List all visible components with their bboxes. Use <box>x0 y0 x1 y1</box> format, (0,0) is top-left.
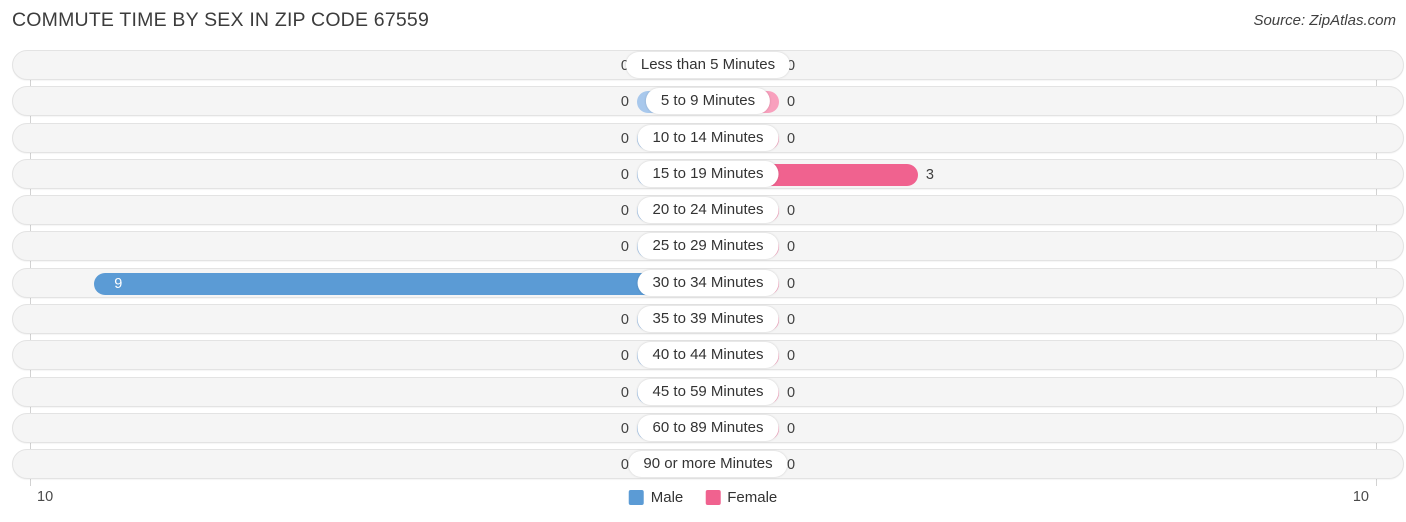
table-row[interactable]: 00Less than 5 Minutes <box>12 50 1404 80</box>
table-row[interactable]: 0 0 10 to 14 Minutes <box>12 122 1404 153</box>
male-value-label: 9 <box>114 275 123 292</box>
category-label: 45 to 59 Minutes <box>637 378 779 405</box>
male-value-label: 0 <box>620 166 629 183</box>
female-value-label: 3 <box>925 166 934 183</box>
category-label: Less than 5 Minutes <box>625 52 791 78</box>
category-label: 60 to 89 Minutes <box>637 414 779 441</box>
male-bar <box>94 272 700 295</box>
female-value-label: 0 <box>787 94 796 111</box>
category-label: 20 to 24 Minutes <box>637 197 779 224</box>
plot-area: 00Less than 5 Minutes005 to 9 Minutes001… <box>0 50 1406 486</box>
category-label: 30 to 34 Minutes <box>637 269 779 296</box>
source-attribution: Source: ZipAtlas.com <box>1253 12 1396 29</box>
page-title: COMMUTE TIME BY SEX IN ZIP CODE 67559 <box>12 9 430 31</box>
table-row[interactable]: 0 0 45 to 59 Minutes <box>12 376 1404 407</box>
female-value-label: 0 <box>787 457 796 474</box>
chart-rows: 00Less than 5 Minutes005 to 9 Minutes001… <box>0 50 1406 486</box>
chart-legend: Male Female <box>628 489 777 506</box>
male-value-label: 0 <box>620 312 629 329</box>
female-value-label: 0 <box>787 239 796 256</box>
axis-tick-left: 10 <box>37 489 54 505</box>
legend-item[interactable]: Female <box>705 489 777 506</box>
table-row[interactable]: 0 0 90 or more Minutes <box>12 449 1404 480</box>
category-label: 25 to 29 Minutes <box>637 233 779 260</box>
category-label: 15 to 19 Minutes <box>637 160 779 187</box>
category-label: 5 to 9 Minutes <box>645 88 771 115</box>
table-row[interactable]: 0 0 40 to 44 Minutes <box>12 340 1404 371</box>
category-label: 90 or more Minutes <box>628 451 788 478</box>
legend-item[interactable]: Male <box>628 489 684 506</box>
male-value-label: 0 <box>620 384 629 401</box>
table-row[interactable]: 0 3 15 to 19 Minutes <box>12 158 1404 189</box>
table-row[interactable]: 0 0 25 to 29 Minutes <box>12 231 1404 262</box>
female-value-label: 0 <box>787 130 796 147</box>
table-row[interactable]: 0 0 35 to 39 Minutes <box>12 304 1404 335</box>
male-value-label: 0 <box>620 420 629 437</box>
male-value-label: 0 <box>620 94 629 111</box>
axis-tick-right: 10 <box>1352 489 1369 505</box>
chart-footer: 10 10 Male Female <box>0 486 1406 522</box>
male-swatch-icon <box>628 490 644 505</box>
female-value-label: 0 <box>787 384 796 401</box>
chart-page: COMMUTE TIME BY SEX IN ZIP CODE 67559 So… <box>0 0 1406 522</box>
category-label: 40 to 44 Minutes <box>637 342 779 369</box>
male-value-label: 0 <box>620 348 629 365</box>
female-value-label: 0 <box>787 203 796 220</box>
legend-label: Female <box>727 489 778 506</box>
table-row[interactable]: 0 0 20 to 24 Minutes <box>12 195 1404 226</box>
female-value-label: 0 <box>787 420 796 437</box>
legend-label: Male <box>650 489 684 506</box>
table-row[interactable]: 9 0 30 to 34 Minutes <box>12 267 1404 298</box>
male-value-label: 0 <box>620 203 629 220</box>
category-label: 10 to 14 Minutes <box>637 124 779 151</box>
category-label: 35 to 39 Minutes <box>637 306 779 333</box>
male-value-label: 0 <box>620 130 629 147</box>
table-row[interactable]: 0 0 5 to 9 Minutes <box>12 86 1404 117</box>
male-value-label: 0 <box>620 239 629 256</box>
female-value-label: 0 <box>787 312 796 329</box>
female-swatch-icon <box>705 490 721 505</box>
female-value-label: 0 <box>787 275 796 292</box>
female-value-label: 0 <box>787 348 796 365</box>
table-row[interactable]: 0 0 60 to 89 Minutes <box>12 412 1404 443</box>
